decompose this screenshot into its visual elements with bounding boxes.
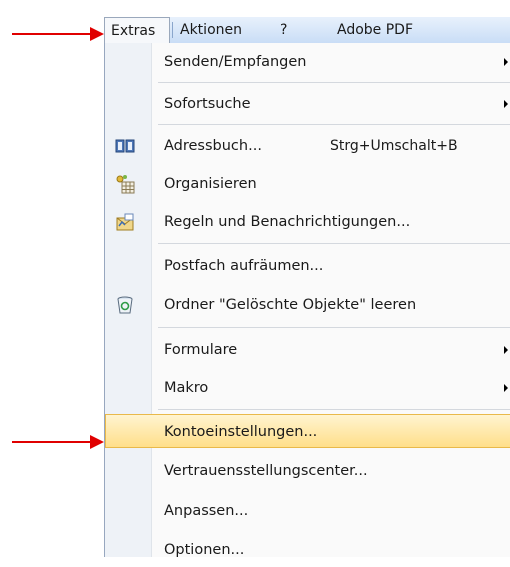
menu-item-vertrauensstellungscenter[interactable]: Vertrauensstellungscenter... xyxy=(105,454,510,488)
menu-item-formulare[interactable]: Formulare xyxy=(105,333,510,367)
menu-item-makro[interactable]: Makro xyxy=(105,371,510,405)
book-icon xyxy=(115,136,135,156)
extras-dropdown-menu: Senden/Empfangen Sofortsuche Adressbuch.… xyxy=(104,43,510,558)
menu-item-adressbuch[interactable]: Adressbuch... Strg+Umschalt+B xyxy=(105,129,510,163)
menu-adobe-pdf[interactable]: Adobe PDF xyxy=(337,17,413,43)
menu-item-label: Adressbuch... xyxy=(164,138,262,154)
menu-help-label: ? xyxy=(280,22,288,38)
menu-item-label: Optionen... xyxy=(164,542,245,558)
menu-item-label: Ordner "Gelöschte Objekte" leeren xyxy=(164,297,417,313)
recycle-bin-icon xyxy=(115,295,135,315)
menu-item-label: Kontoeinstellungen... xyxy=(164,424,318,440)
menu-aktionen-label: Aktionen xyxy=(180,22,242,38)
menu-item-ordner-leeren[interactable]: Ordner "Gelöschte Objekte" leeren xyxy=(105,288,510,322)
menu-extras[interactable]: Extras xyxy=(104,17,170,43)
menu-item-regeln[interactable]: Regeln und Benachrichtigungen... xyxy=(105,205,510,239)
menu-item-label: Vertrauensstellungscenter... xyxy=(164,463,368,479)
menu-item-label: Sofortsuche xyxy=(164,96,251,112)
menu-item-postfach-aufraeumen[interactable]: Postfach aufräumen... xyxy=(105,249,510,283)
menu-item-label: Organisieren xyxy=(164,176,257,192)
submenu-arrow-icon xyxy=(504,58,508,66)
menu-aktionen[interactable]: Aktionen xyxy=(180,17,242,43)
menu-item-anpassen[interactable]: Anpassen... xyxy=(105,494,510,528)
menu-adobe-pdf-label: Adobe PDF xyxy=(337,22,414,38)
annotation-arrow-extras-icon xyxy=(12,27,104,41)
menu-item-label: Senden/Empfangen xyxy=(164,54,307,70)
submenu-arrow-icon xyxy=(504,346,508,354)
organize-icon xyxy=(115,174,135,194)
submenu-arrow-icon xyxy=(504,100,508,108)
menu-item-label: Regeln und Benachrichtigungen... xyxy=(164,214,411,230)
menu-item-label: Makro xyxy=(164,380,209,396)
menu-item-sofortsuche[interactable]: Sofortsuche xyxy=(105,87,510,121)
rules-icon xyxy=(115,212,135,232)
menu-help[interactable]: ? xyxy=(280,17,287,43)
menu-item-kontoeinstellungen[interactable]: Kontoeinstellungen... xyxy=(105,414,510,448)
shortcut-label: Strg+Umschalt+B xyxy=(330,138,458,154)
menu-item-optionen[interactable]: Optionen... xyxy=(105,533,510,567)
submenu-arrow-icon xyxy=(504,384,508,392)
menu-extras-label: Extras xyxy=(111,23,156,39)
menu-bar: Extras Aktionen ? Adobe PDF xyxy=(104,17,510,44)
menu-item-organisieren[interactable]: Organisieren xyxy=(105,167,510,201)
menu-item-label: Postfach aufräumen... xyxy=(164,258,324,274)
menu-item-label: Formulare xyxy=(164,342,238,358)
menu-item-label: Anpassen... xyxy=(164,503,249,519)
menu-item-senden-empfangen[interactable]: Senden/Empfangen xyxy=(105,45,510,79)
annotation-arrow-kontoeinstellungen-icon xyxy=(12,435,104,449)
